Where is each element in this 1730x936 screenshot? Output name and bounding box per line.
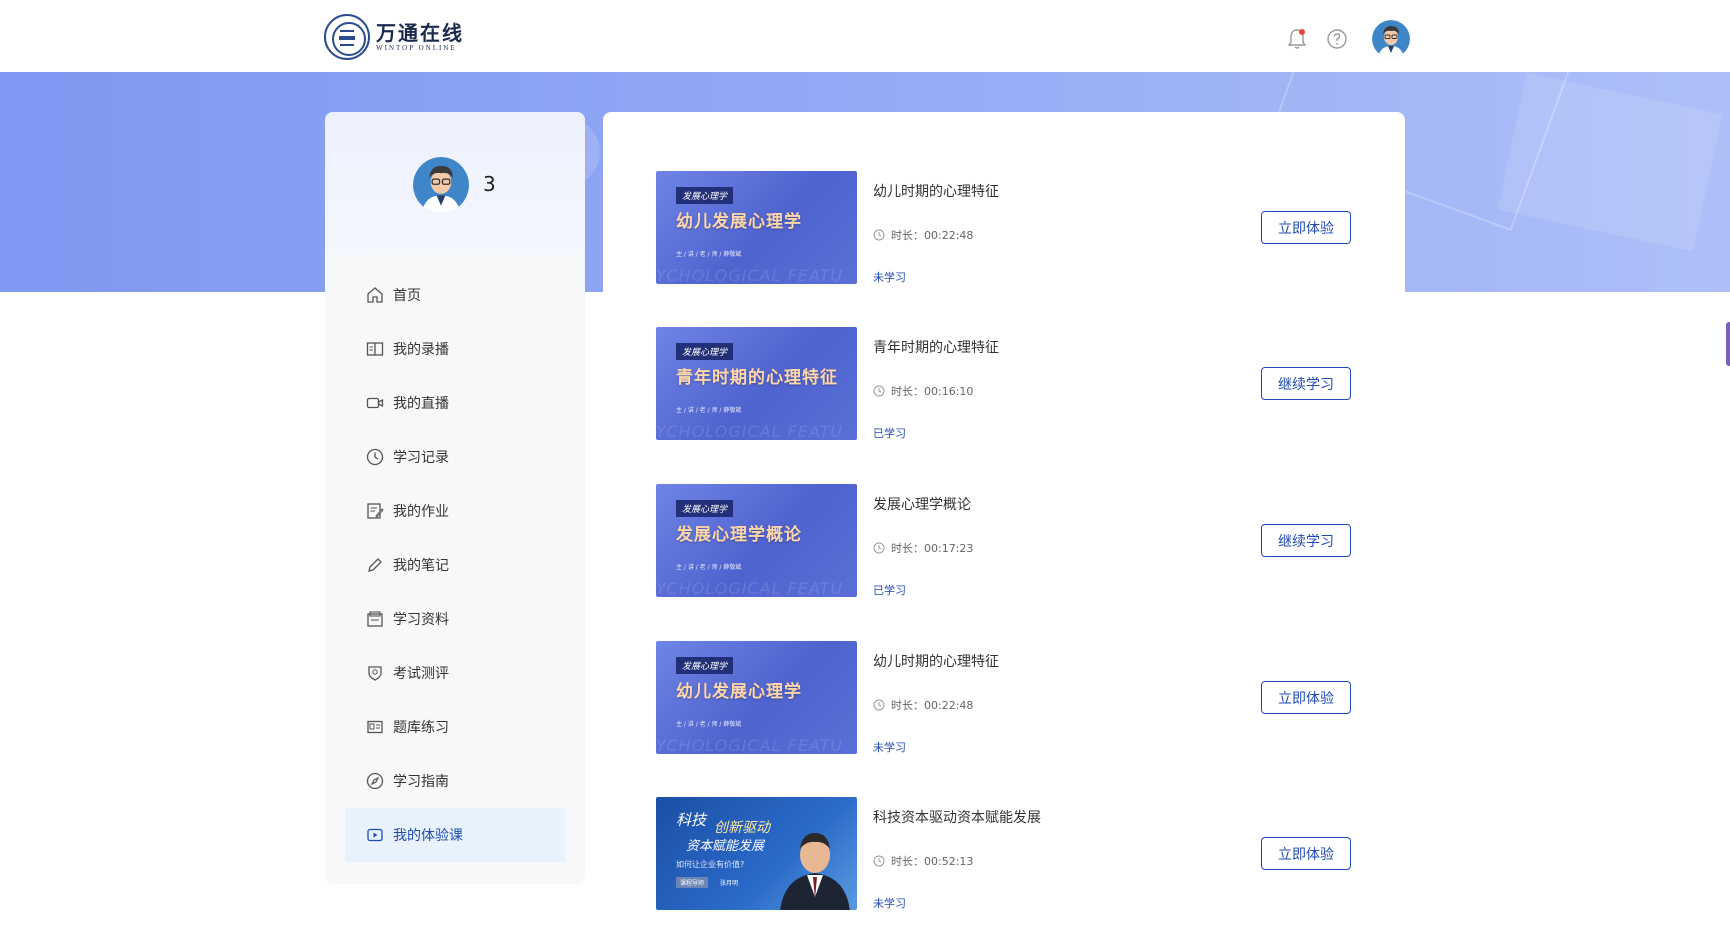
list-item: 科技 创新驱动 资本赋能发展 如何让企业有价值? 课程导师 张月明 科技资本驱动… [656, 797, 1356, 911]
sidebar-item-materials[interactable]: 学习资料 [345, 592, 565, 646]
clock-icon [873, 699, 885, 711]
continue-learning-button[interactable]: 继续学习 [1261, 367, 1351, 400]
sidebar-item-live[interactable]: 我的直播 [345, 376, 565, 430]
course-title[interactable]: 科技资本驱动资本赋能发展 [873, 807, 1041, 827]
sidebar-menu: 首页 我的录播 我的直播 学习记录 我的作业 我的笔记 学习资料 考试测评 题库… [325, 256, 585, 862]
avatar[interactable] [1372, 20, 1410, 58]
sidebar-item-label: 我的笔记 [393, 558, 449, 574]
sidebar-item-label: 我的录播 [393, 342, 449, 358]
sidebar-item-trial-courses[interactable]: 我的体验课 [345, 808, 565, 862]
sidebar-item-guide[interactable]: 学习指南 [345, 754, 565, 808]
sidebar-item-home[interactable]: 首页 [345, 268, 565, 322]
list-item: 发展心理学 青年时期的心理特征 主 / 讲 / 老 / 师 / 薛敬斌 YCHO… [656, 327, 1356, 441]
sidebar: 3 首页 我的录播 我的直播 学习记录 我的作业 我的笔记 学习资料 考试测评 … [325, 112, 585, 884]
course-thumbnail[interactable]: 发展心理学 幼儿发展心理学 主 / 讲 / 老 / 师 / 薛敬斌 YCHOLO… [656, 641, 857, 754]
play-box-icon [365, 825, 385, 845]
course-title[interactable]: 幼儿时期的心理特征 [873, 181, 999, 201]
sidebar-item-label: 学习指南 [393, 774, 449, 790]
help-icon[interactable] [1324, 26, 1350, 52]
logo-seal-icon [324, 14, 370, 60]
course-title[interactable]: 幼儿时期的心理特征 [873, 651, 999, 671]
logo-chinese-text: 万通在线 [376, 21, 464, 45]
side-drawer-handle[interactable] [1726, 322, 1730, 366]
profile-username: 3 [483, 172, 496, 196]
sidebar-item-label: 我的直播 [393, 396, 449, 412]
clock-icon [873, 542, 885, 554]
sidebar-item-label: 学习资料 [393, 612, 449, 628]
clock-icon [873, 855, 885, 867]
pen-icon [365, 555, 385, 575]
course-title[interactable]: 青年时期的心理特征 [873, 337, 999, 357]
folder-icon [365, 609, 385, 629]
clock-icon [873, 385, 885, 397]
edit-doc-icon [365, 501, 385, 521]
course-duration: 时长：00:22:48 [873, 697, 973, 713]
lecturer-portrait [780, 833, 850, 910]
sidebar-item-homework[interactable]: 我的作业 [345, 484, 565, 538]
course-duration: 时长：00:16:10 [873, 383, 973, 399]
course-thumbnail[interactable]: 发展心理学 青年时期的心理特征 主 / 讲 / 老 / 师 / 薛敬斌 YCHO… [656, 327, 857, 440]
course-duration: 时长：00:22:48 [873, 227, 973, 243]
book-icon [365, 339, 385, 359]
profile-avatar[interactable] [413, 157, 469, 213]
sidebar-item-label: 我的体验课 [393, 828, 463, 844]
sidebar-item-label: 学习记录 [393, 450, 449, 466]
continue-learning-button[interactable]: 继续学习 [1261, 524, 1351, 557]
sidebar-item-history[interactable]: 学习记录 [345, 430, 565, 484]
clock-icon [873, 229, 885, 241]
sidebar-item-notes[interactable]: 我的笔记 [345, 538, 565, 592]
id-card-icon [365, 717, 385, 737]
sidebar-item-label: 首页 [393, 288, 421, 304]
course-status: 未学习 [873, 897, 906, 910]
list-item: 发展心理学 幼儿发展心理学 主 / 讲 / 老 / 师 / 薛敬斌 YCHOLO… [656, 171, 1356, 285]
list-item: 发展心理学 幼儿发展心理学 主 / 讲 / 老 / 师 / 薛敬斌 YCHOLO… [656, 641, 1356, 755]
home-icon [365, 285, 385, 305]
sidebar-item-question-bank[interactable]: 题库练习 [345, 700, 565, 754]
course-status: 已学习 [873, 427, 906, 440]
sidebar-item-recorded[interactable]: 我的录播 [345, 322, 565, 376]
course-duration: 时长：00:17:23 [873, 540, 973, 556]
sidebar-item-exam[interactable]: 考试测评 [345, 646, 565, 700]
bell-icon[interactable] [1284, 26, 1310, 52]
try-now-button[interactable]: 立即体验 [1261, 837, 1351, 870]
clock-icon [365, 447, 385, 467]
top-navigation-bar: 万通在线 WINTOP ONLINE [0, 0, 1730, 72]
course-thumbnail[interactable]: 发展心理学 发展心理学概论 主 / 讲 / 老 / 师 / 薛敬斌 YCHOLO… [656, 484, 857, 597]
brand-logo[interactable]: 万通在线 WINTOP ONLINE [324, 14, 464, 60]
video-icon [365, 393, 385, 413]
course-thumbnail[interactable]: 发展心理学 幼儿发展心理学 主 / 讲 / 老 / 师 / 薛敬斌 YCHOLO… [656, 171, 857, 284]
course-thumbnail[interactable]: 科技 创新驱动 资本赋能发展 如何让企业有价值? 课程导师 张月明 [656, 797, 857, 910]
course-list-panel: 发展心理学 幼儿发展心理学 主 / 讲 / 老 / 师 / 薛敬斌 YCHOLO… [603, 112, 1405, 936]
header-actions [1270, 20, 1410, 58]
course-title[interactable]: 发展心理学概论 [873, 494, 971, 514]
try-now-button[interactable]: 立即体验 [1261, 211, 1351, 244]
compass-icon [365, 771, 385, 791]
try-now-button[interactable]: 立即体验 [1261, 681, 1351, 714]
course-status: 未学习 [873, 271, 906, 284]
course-status: 未学习 [873, 741, 906, 754]
logo-english-text: WINTOP ONLINE [376, 44, 457, 52]
course-duration: 时长：00:52:13 [873, 853, 973, 869]
course-status: 已学习 [873, 584, 906, 597]
profile-card: 3 [325, 112, 585, 256]
list-item: 发展心理学 发展心理学概论 主 / 讲 / 老 / 师 / 薛敬斌 YCHOLO… [656, 484, 1356, 598]
sidebar-item-label: 考试测评 [393, 666, 449, 682]
sidebar-item-label: 我的作业 [393, 504, 449, 520]
badge-icon [365, 663, 385, 683]
sidebar-item-label: 题库练习 [393, 720, 449, 736]
